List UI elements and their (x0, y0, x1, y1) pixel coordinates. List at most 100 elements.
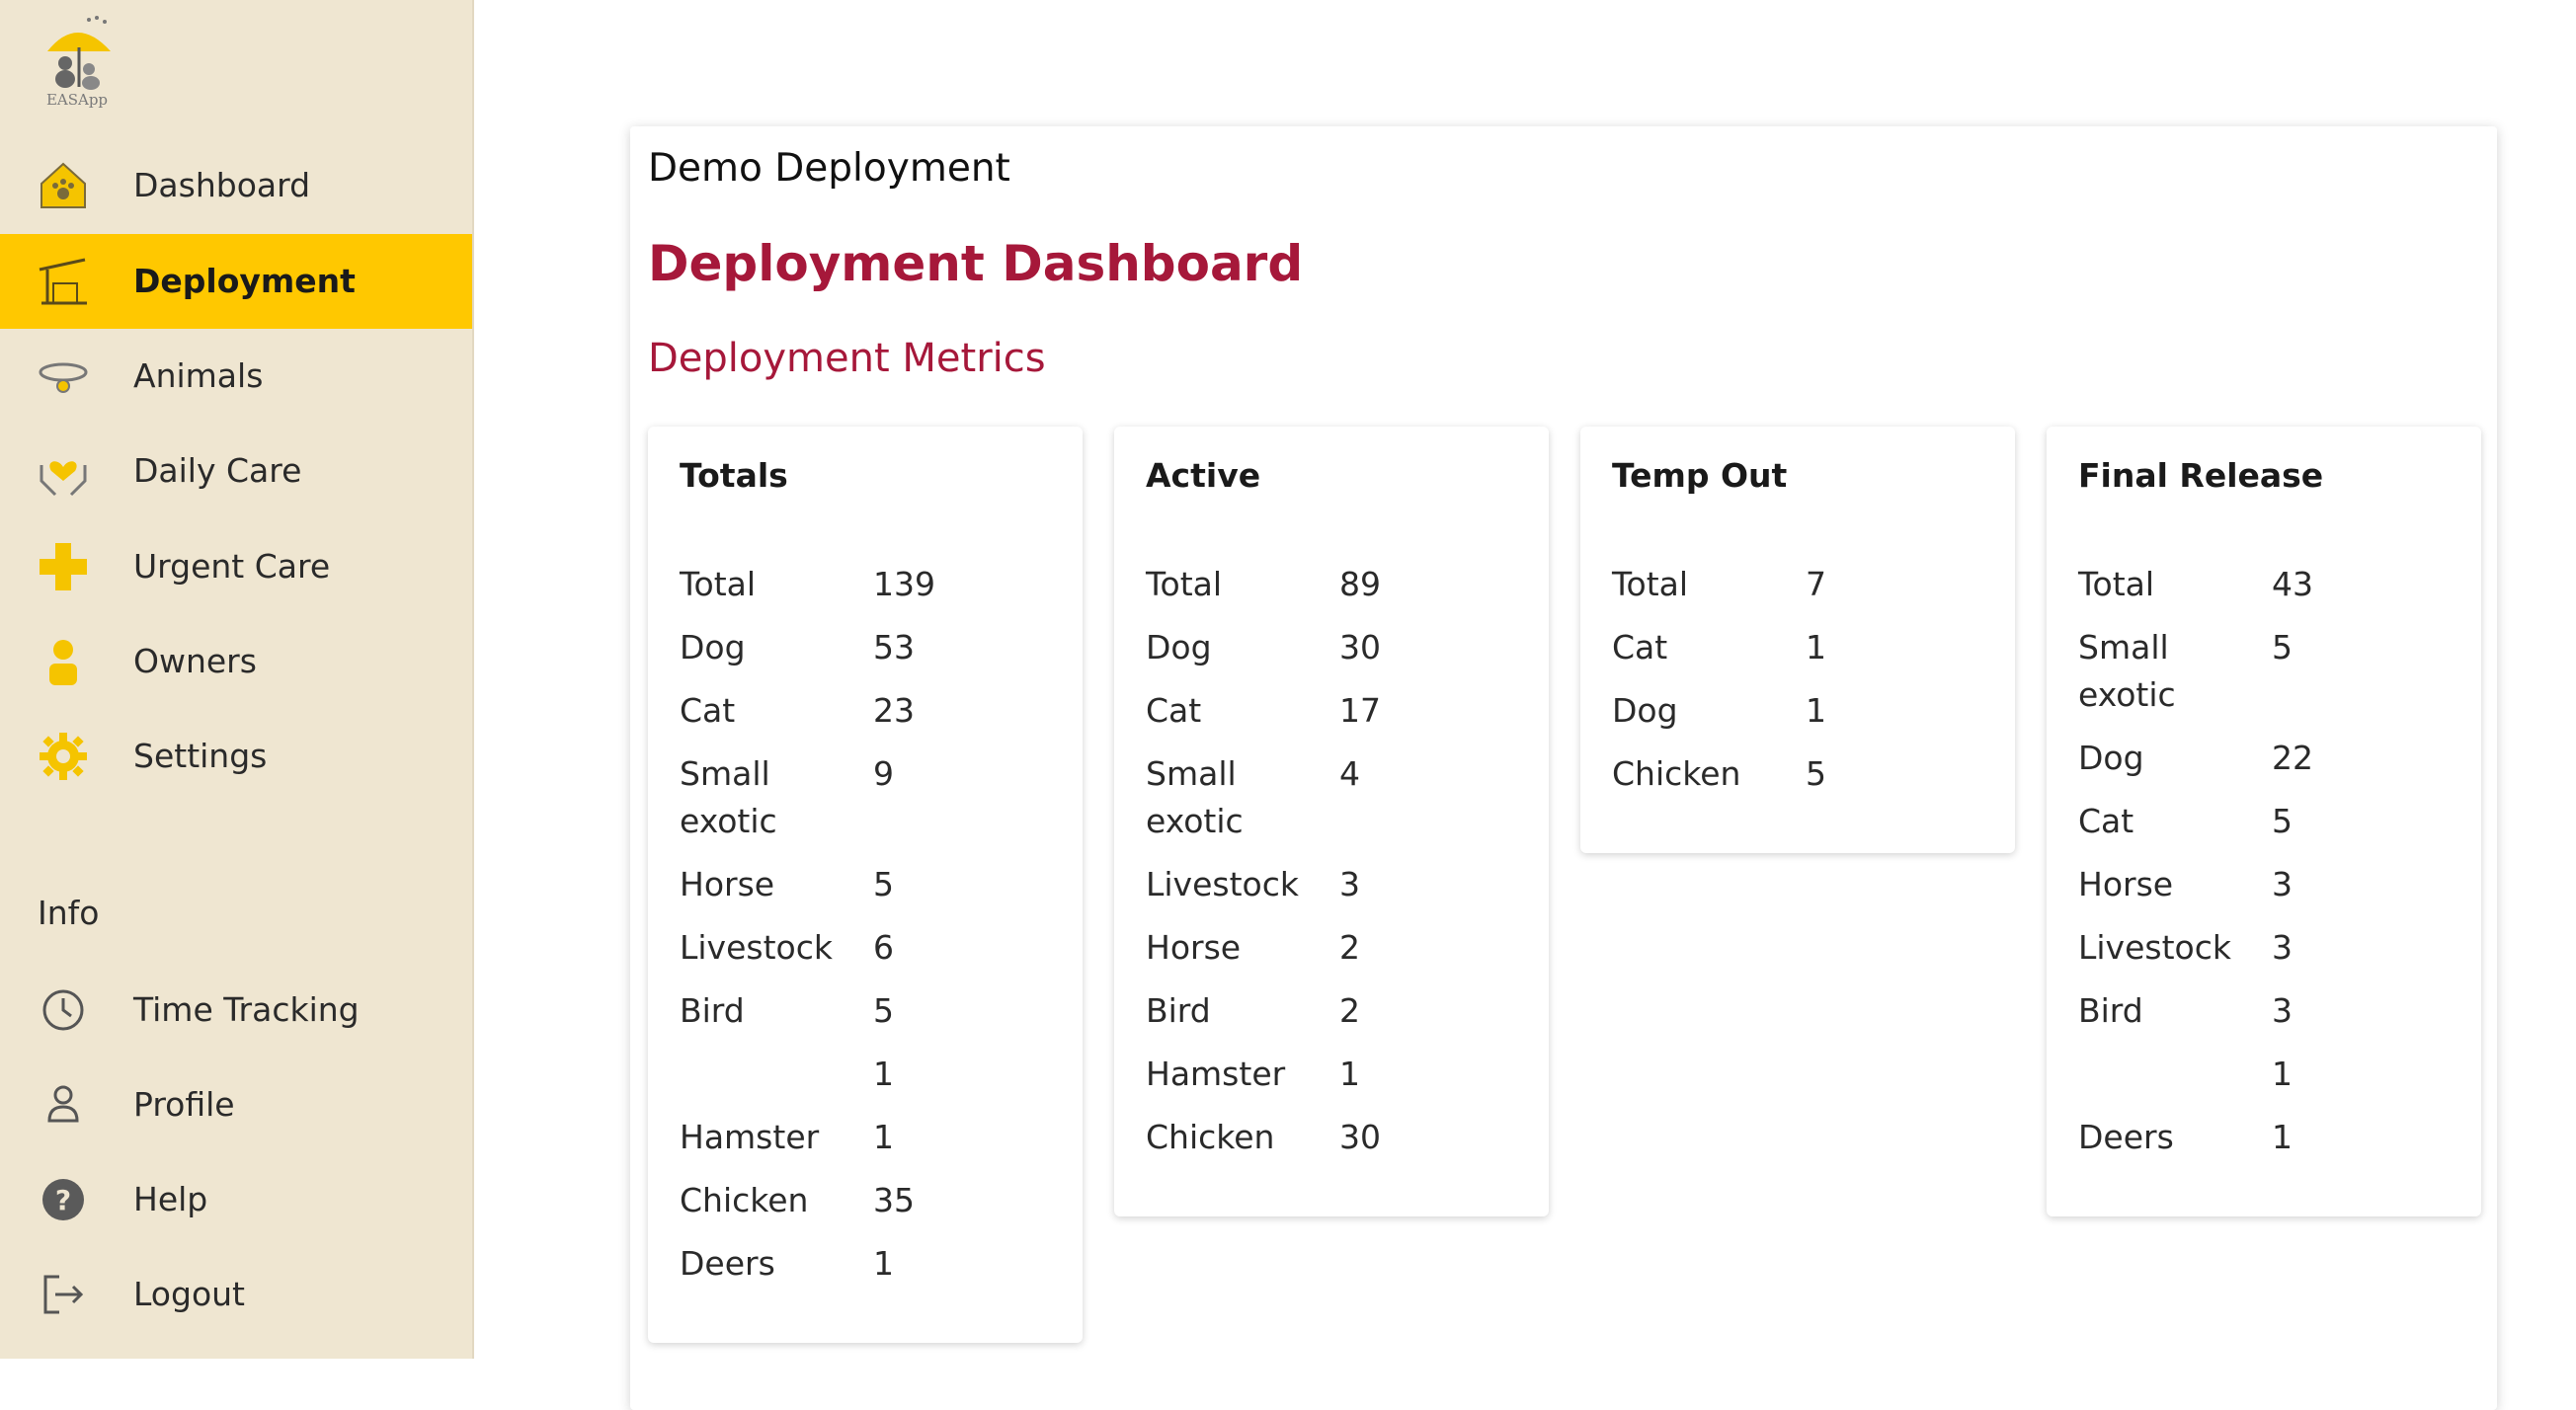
metric-value: 53 (873, 628, 915, 666)
metric-row: Horse 5 (680, 861, 1055, 908)
metric-row: Cat 1 (1612, 624, 1987, 671)
sidebar-item-logout[interactable]: Logout (0, 1247, 472, 1342)
metric-label: Total (1612, 565, 1689, 603)
active-card: Active Total 89 Dog 30 Cat 17 Small exotic 4… (1114, 427, 1549, 1216)
metric-value: 5 (873, 865, 894, 903)
sidebar-item-label: Dashboard (133, 166, 311, 204)
metric-value: 7 (1806, 565, 1826, 603)
sidebar: EASApp Dashboard Deployment Animals Dail… (0, 0, 474, 1359)
metric-value: 9 (873, 754, 894, 793)
metric-row: Livestock 3 (2078, 924, 2454, 972)
metric-value: 139 (873, 565, 935, 603)
metric-label: Hamster (680, 1118, 820, 1156)
metric-label: Hamster (1146, 1055, 1286, 1093)
umbrella-pets-icon (47, 16, 111, 90)
metric-row: Livestock 6 (680, 924, 1055, 972)
metric-value: 1 (873, 1244, 894, 1283)
logout-icon (43, 1275, 84, 1314)
metric-label: Deers (2078, 1118, 2174, 1156)
metric-row: Horse 2 (1146, 924, 1521, 972)
card-title: Totals (680, 456, 788, 495)
metric-value: 5 (2272, 628, 2293, 666)
profile-icon (47, 1085, 79, 1123)
metric-row: Chicken 35 (680, 1177, 1055, 1224)
metric-value: 1 (1806, 691, 1826, 730)
metric-label: Total (680, 565, 757, 603)
sidebar-item-animals[interactable]: Animals (0, 329, 472, 424)
metric-value: 2 (1339, 928, 1360, 967)
sidebar-item-settings[interactable]: Settings (0, 709, 472, 804)
metric-row: Hamster 1 (680, 1114, 1055, 1161)
metric-label: Bird (680, 991, 745, 1030)
sidebar-item-owners[interactable]: Owners (0, 614, 472, 709)
metric-row: Small exotic 4 (1146, 750, 1521, 845)
sidebar-item-daily-care[interactable]: Daily Care (0, 424, 472, 518)
deployment-name: Demo Deployment (648, 146, 1010, 191)
card-title: Final Release (2078, 456, 2324, 495)
sidebar-item-label: Daily Care (133, 451, 302, 490)
sidebar-item-label: Settings (133, 737, 268, 775)
metric-list: Total 43 Small exotic 5 Dog 22 Cat 5 Horse 3 … (2078, 561, 2454, 1177)
metric-row: Dog 22 (2078, 735, 2454, 782)
info-section-label: Info (38, 894, 100, 932)
metric-row: Cat 5 (2078, 798, 2454, 845)
metric-row: Total 139 (680, 561, 1055, 608)
house-paw-icon (40, 162, 86, 208)
gear-icon (40, 733, 87, 780)
person-icon (49, 640, 77, 685)
metric-row: Chicken 5 (1612, 750, 1987, 798)
collar-icon (39, 362, 88, 393)
sidebar-item-help[interactable]: ? Help (0, 1152, 472, 1247)
metric-row: Cat 17 (1146, 687, 1521, 735)
sidebar-item-label: Urgent Care (133, 547, 331, 586)
metric-row: Small exotic 5 (2078, 624, 2454, 719)
metric-value: 3 (2272, 991, 2293, 1030)
metric-value: 4 (1339, 754, 1360, 793)
svg-text:?: ? (55, 1184, 71, 1216)
metric-label: Cat (680, 691, 736, 730)
deployment-panel: Demo Deployment Deployment Dashboard Dep… (630, 126, 2497, 1410)
heart-hands-icon (40, 461, 87, 497)
metric-value: 22 (2272, 739, 2313, 777)
metric-label: Cat (1612, 628, 1668, 666)
metric-value: 6 (873, 928, 894, 967)
sidebar-item-label: Time Tracking (133, 990, 360, 1029)
metric-value: 1 (873, 1118, 894, 1156)
sidebar-item-dashboard[interactable]: Dashboard (0, 138, 472, 233)
metric-row: Livestock 3 (1146, 861, 1521, 908)
metric-label: Small exotic (1146, 754, 1244, 840)
sidebar-item-urgent-care[interactable]: Urgent Care (0, 519, 472, 614)
metric-list: Total 139 Dog 53 Cat 23 Small exotic 9 Horse… (680, 561, 1055, 1303)
metric-label: Bird (2078, 991, 2143, 1030)
deployment-shelter-icon (39, 258, 87, 305)
sidebar-item-profile[interactable]: Profile (0, 1058, 472, 1152)
metric-row: Bird 2 (1146, 987, 1521, 1035)
metric-row: Cat 23 (680, 687, 1055, 735)
metric-label: Dog (1146, 628, 1212, 666)
metric-label: Cat (2078, 802, 2134, 840)
metric-label: Livestock (2078, 928, 2231, 967)
temp-out-card: Temp Out Total 7 Cat 1 Dog 1 Chicken 5 (1580, 427, 2015, 853)
sidebar-item-time-tracking[interactable]: Time Tracking (0, 963, 472, 1058)
metric-label: Dog (1612, 691, 1678, 730)
app-logo[interactable]: EASApp (38, 12, 117, 111)
sidebar-item-deployment[interactable]: Deployment (0, 234, 472, 329)
metric-value: 1 (2272, 1055, 2293, 1093)
card-title: Temp Out (1612, 456, 1788, 495)
metric-row: Hamster 1 (1146, 1051, 1521, 1098)
metric-row: Deers 1 (680, 1240, 1055, 1288)
metric-row: Deers 1 (2078, 1114, 2454, 1161)
clock-icon (42, 989, 84, 1031)
metric-value: 30 (1339, 1118, 1381, 1156)
metric-row: Total 89 (1146, 561, 1521, 608)
metric-label: Livestock (680, 928, 833, 967)
metric-value: 17 (1339, 691, 1381, 730)
metric-row: Dog 30 (1146, 624, 1521, 671)
metric-label: Chicken (1146, 1118, 1275, 1156)
metric-label: Total (1146, 565, 1223, 603)
metric-value: 1 (1806, 628, 1826, 666)
metric-label: Horse (1146, 928, 1242, 967)
sidebar-item-label: Help (133, 1180, 208, 1218)
metric-row: Small exotic 9 (680, 750, 1055, 845)
metric-value: 43 (2272, 565, 2313, 603)
